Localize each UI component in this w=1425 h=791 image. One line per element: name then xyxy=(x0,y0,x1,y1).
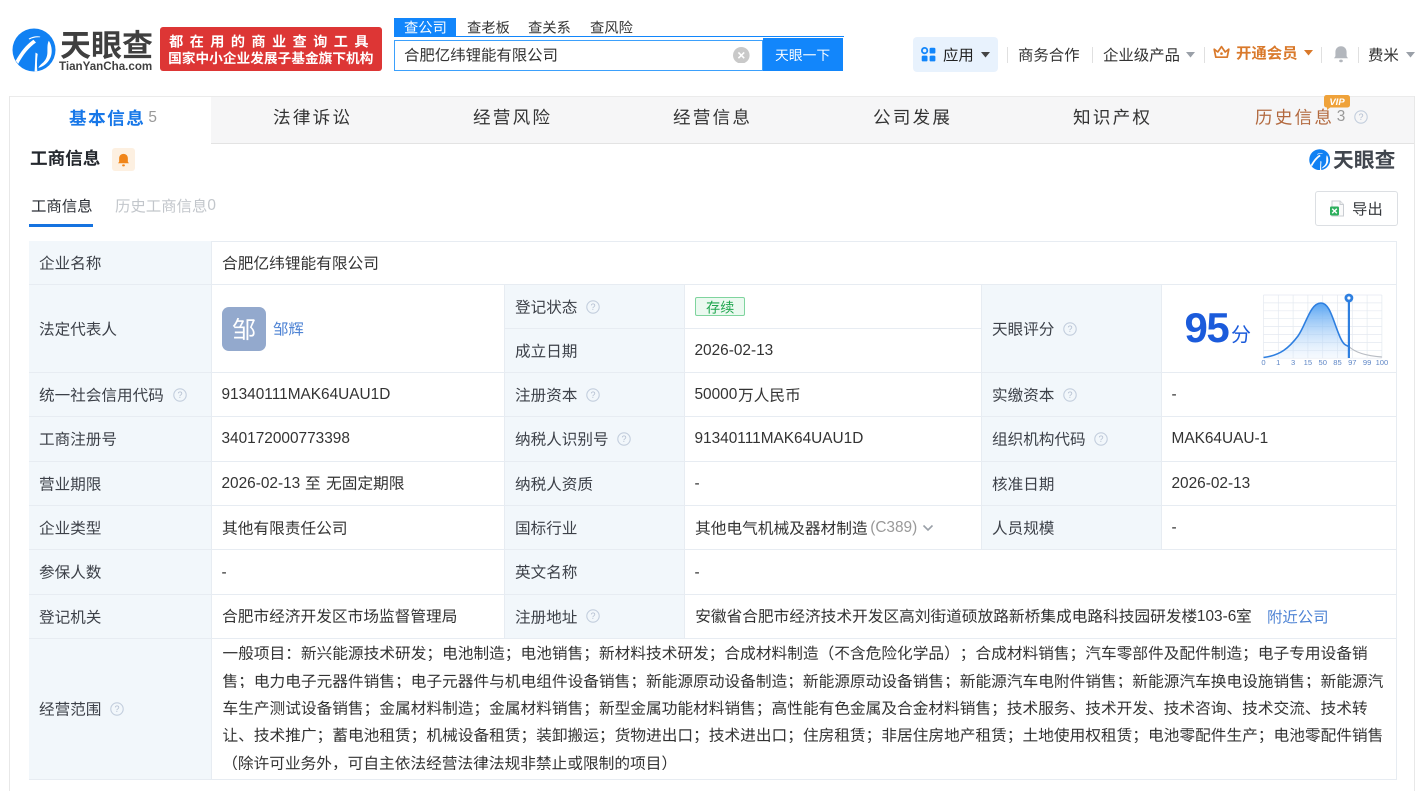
svg-text:?: ? xyxy=(590,611,595,621)
svg-text:?: ? xyxy=(622,434,627,444)
svg-text:?: ? xyxy=(1359,112,1364,122)
svg-text:99: 99 xyxy=(1362,358,1370,367)
svg-text:85: 85 xyxy=(1333,358,1341,367)
svg-text:?: ? xyxy=(1099,434,1104,444)
svg-text:?: ? xyxy=(1067,390,1072,400)
svg-text:?: ? xyxy=(115,704,120,714)
svg-text:50: 50 xyxy=(1318,358,1326,367)
svg-text:?: ? xyxy=(177,390,182,400)
svg-text:100: 100 xyxy=(1375,358,1388,367)
svg-text:1: 1 xyxy=(1276,358,1280,367)
svg-text:?: ? xyxy=(590,302,595,312)
svg-text:3: 3 xyxy=(1290,358,1294,367)
svg-text:?: ? xyxy=(1067,324,1072,334)
svg-text:0: 0 xyxy=(1261,358,1265,367)
svg-text:15: 15 xyxy=(1303,358,1311,367)
svg-text:?: ? xyxy=(590,390,595,400)
svg-text:VIP: VIP xyxy=(1329,97,1345,108)
svg-text:97: 97 xyxy=(1348,358,1356,367)
